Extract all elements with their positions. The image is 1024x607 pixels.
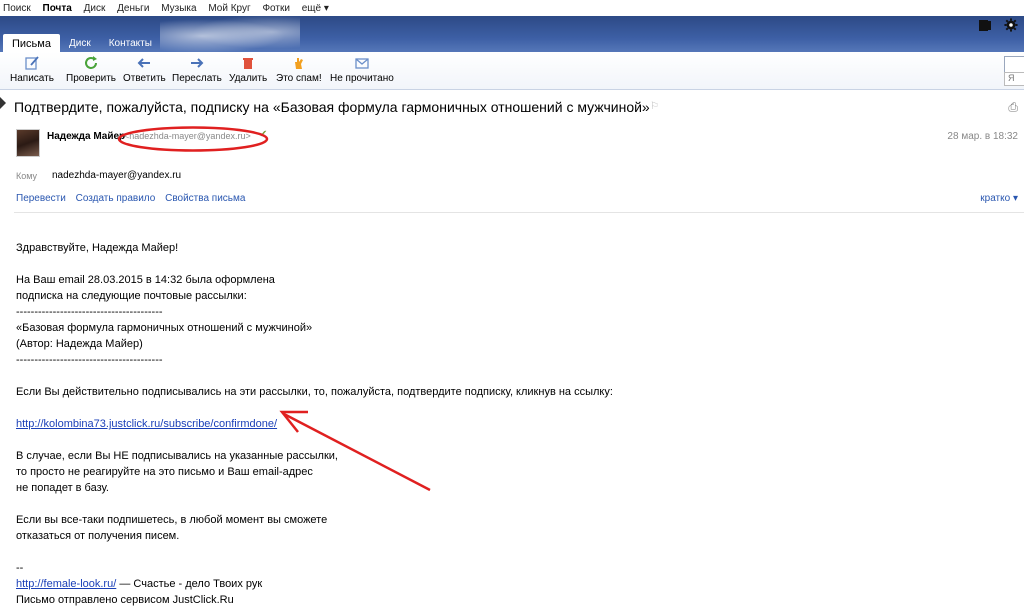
mark-unread-button[interactable]: Не прочитано <box>330 55 394 84</box>
compose-button[interactable]: Написать <box>10 55 54 84</box>
spam-button[interactable]: Это спам! <box>276 55 322 84</box>
body-line: то просто не реагируйте на это письмо и … <box>16 466 313 478</box>
message-subject: Подтвердите, пожалуйста, подписку на «Ба… <box>14 99 650 115</box>
message-properties-link[interactable]: Свойства письма <box>165 193 245 204</box>
divider <box>14 212 1024 213</box>
signature-link[interactable]: http://female-look.ru/ <box>16 578 116 590</box>
hand-icon <box>294 58 303 69</box>
to-value[interactable]: nadezhda-mayer@yandex.ru <box>52 170 181 181</box>
tab-letters[interactable]: Письма <box>3 34 60 52</box>
confirm-text: Если Вы действительно подписывались на э… <box>16 386 613 398</box>
service-music[interactable]: Музыка <box>161 3 196 14</box>
body-line: В случае, если Вы НЕ подписывались на ук… <box>16 450 338 462</box>
tab-contacts[interactable]: Контакты <box>100 34 161 52</box>
translate-link[interactable]: Перевести <box>16 193 66 204</box>
body-line: отказаться от получения писем. <box>16 530 180 542</box>
delete-button[interactable]: Удалить <box>229 55 267 84</box>
body-line: не попадет в базу. <box>16 482 109 494</box>
refresh-icon <box>85 56 97 69</box>
arrow-right-icon <box>190 58 204 68</box>
newsletter-author: (Автор: Надежда Майер) <box>16 338 143 350</box>
service-photos[interactable]: Фотки <box>262 3 290 14</box>
envelope-icon <box>355 58 369 69</box>
reply-button[interactable]: Ответить <box>123 55 166 84</box>
check-mail-button[interactable]: Проверить <box>66 55 116 84</box>
sent-by: Письмо отправлено сервисом JustClick.Ru <box>16 594 234 606</box>
confirm-link[interactable]: http://kolombina73.justclick.ru/subscrib… <box>16 418 277 430</box>
header-decoration <box>160 16 300 56</box>
service-more[interactable]: ещё ▾ <box>302 3 329 14</box>
create-rule-link[interactable]: Создать правило <box>76 193 156 204</box>
service-search[interactable]: Поиск <box>3 3 31 14</box>
body-line: подписка на следующие почтовые рассылки: <box>16 290 247 302</box>
message-date: 28 мар. в 18:32 <box>947 131 1018 142</box>
gear-icon[interactable] <box>1004 18 1018 32</box>
themes-icon[interactable] <box>978 18 992 32</box>
separator: ---------------------------------------- <box>16 354 163 366</box>
separator: ---------------------------------------- <box>16 306 163 318</box>
top-icons <box>978 18 1018 32</box>
service-mykrug[interactable]: Мой Круг <box>208 3 250 14</box>
forward-button[interactable]: Переслать <box>172 55 222 84</box>
newsletter-title: «Базовая формула гармоничных отношений с… <box>16 322 313 334</box>
brief-toggle[interactable]: кратко ▾ <box>980 193 1018 204</box>
signature-dashes: -- <box>16 562 24 574</box>
greeting: Здравствуйте, Надежда Майер! <box>16 242 179 254</box>
search-hint: Я <box>1004 72 1024 86</box>
signature-text: — Счастье - дело Твоих рук <box>116 578 263 590</box>
service-money[interactable]: Деньги <box>117 3 149 14</box>
body-line: На Ваш email 28.03.2015 в 14:32 была офо… <box>16 274 275 286</box>
service-mail[interactable]: Почта <box>43 3 72 14</box>
mail-toolbar: Написать Проверить Ответить Переслать Уд… <box>0 52 1024 90</box>
pencil-icon <box>25 56 39 70</box>
collapse-arrow-icon[interactable] <box>0 97 6 109</box>
header: Письма Диск Контакты Написать Проверить … <box>0 16 1024 90</box>
main-tabs: Письма Диск Контакты <box>3 34 161 52</box>
message-actions: Перевести Создать правило Свойства письм… <box>16 193 252 204</box>
trash-icon <box>243 58 254 69</box>
service-disk[interactable]: Диск <box>84 3 106 14</box>
message-body: Здравствуйте, Надежда Майер! На Ваш emai… <box>16 240 916 607</box>
print-icon[interactable]: ⎙ <box>1008 100 1018 115</box>
tab-disk[interactable]: Диск <box>60 34 100 52</box>
services-bar: Поиск Почта Диск Деньги Музыка Мой Круг … <box>0 0 1024 16</box>
avatar <box>16 129 40 157</box>
sender-name[interactable]: Надежда Майер <box>47 131 125 142</box>
to-label: Кому <box>16 171 38 181</box>
annotation-ellipse <box>117 126 269 152</box>
arrow-left-icon <box>137 58 151 68</box>
body-line: Если вы все-таки подпишетесь, в любой мо… <box>16 514 328 526</box>
flag-icon[interactable]: ⚐ <box>650 101 659 112</box>
